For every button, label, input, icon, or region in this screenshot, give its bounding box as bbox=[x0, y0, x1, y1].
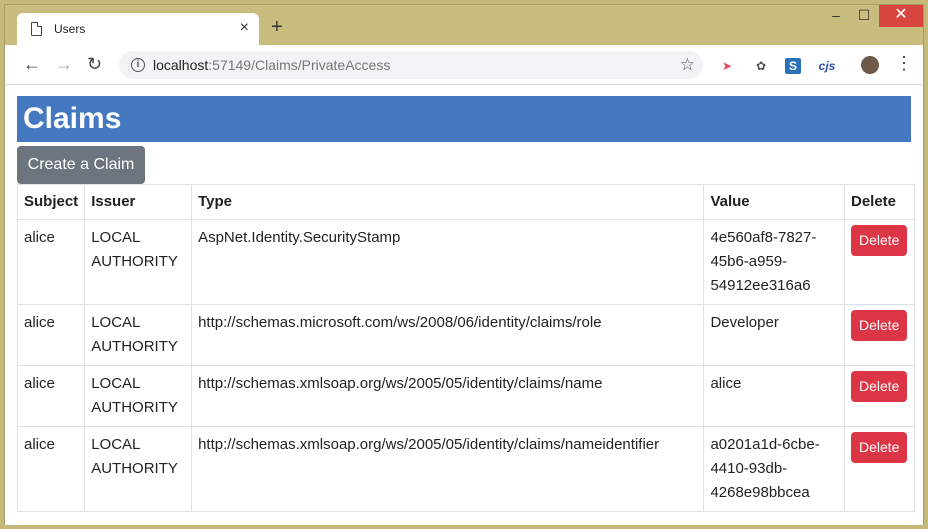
avatar[interactable] bbox=[861, 56, 879, 74]
star-icon[interactable]: ☆ bbox=[680, 55, 695, 75]
cell-issuer: LOCAL AUTHORITY bbox=[84, 365, 193, 427]
cell-subject: alice bbox=[16, 304, 86, 366]
column-header-type: Type bbox=[191, 184, 705, 220]
cell-type: http://schemas.xmlsoap.org/ws/2005/05/id… bbox=[191, 365, 705, 427]
back-arrow-icon[interactable]: ← bbox=[23, 54, 41, 74]
cell-subject: alice bbox=[16, 365, 86, 427]
forward-arrow-icon[interactable]: → bbox=[55, 54, 73, 74]
table-row: alice LOCAL AUTHORITY AspNet.Identity.Se… bbox=[16, 219, 916, 305]
extension-cjs-icon[interactable]: cjs bbox=[815, 58, 839, 74]
address-bar[interactable]: i localhost:57149/Claims/PrivateAccess ☆ bbox=[119, 51, 703, 79]
claims-table: Subject Issuer Type Value Delete alice L… bbox=[16, 184, 916, 512]
cell-type: AspNet.Identity.SecurityStamp bbox=[191, 219, 705, 305]
delete-button[interactable]: Delete bbox=[850, 225, 908, 256]
delete-button[interactable]: Delete bbox=[850, 310, 908, 341]
page-icon bbox=[31, 22, 42, 36]
cell-delete: Delete bbox=[843, 365, 916, 427]
reload-icon[interactable]: ↻ bbox=[87, 54, 102, 74]
cell-subject: alice bbox=[16, 219, 86, 305]
cell-issuer: LOCAL AUTHORITY bbox=[84, 304, 193, 366]
create-claim-button[interactable]: Create a Claim bbox=[17, 146, 145, 184]
browser-toolbar: ← → ↻ i localhost:57149/Claims/PrivateAc… bbox=[5, 45, 923, 85]
browser-tab[interactable]: Users × bbox=[17, 13, 259, 45]
page-content: Claims Create a Claim Subject Issuer Typ… bbox=[5, 85, 923, 525]
cell-value: a0201a1d-6cbe-4410-93db-4268e98bbcea bbox=[703, 426, 845, 512]
tab-title: Users bbox=[54, 22, 86, 36]
cell-value: 4e560af8-7827-45b6-a959-54912ee316a6 bbox=[703, 219, 845, 305]
table-row: alice LOCAL AUTHORITY http://schemas.xml… bbox=[16, 365, 916, 427]
extension-s-icon[interactable]: S bbox=[785, 58, 801, 74]
extension-feather-icon[interactable]: ✿ bbox=[753, 58, 769, 74]
cell-delete: Delete bbox=[843, 304, 916, 366]
cell-type: http://schemas.xmlsoap.org/ws/2005/05/id… bbox=[191, 426, 705, 512]
url-text[interactable]: localhost:57149/Claims/PrivateAccess bbox=[153, 57, 390, 73]
cell-delete: Delete bbox=[843, 426, 916, 512]
title-bar: Users × + – ☐ ✕ bbox=[5, 5, 923, 45]
cell-type: http://schemas.microsoft.com/ws/2008/06/… bbox=[191, 304, 705, 366]
page-title: Claims bbox=[17, 96, 911, 142]
cell-value: Developer bbox=[703, 304, 845, 366]
new-tab-button[interactable]: + bbox=[271, 17, 283, 37]
delete-button[interactable]: Delete bbox=[850, 432, 908, 463]
browser-window: Users × + – ☐ ✕ ← → ↻ i localhost:57149/… bbox=[4, 4, 924, 525]
maximize-button[interactable]: ☐ bbox=[849, 5, 879, 27]
cell-subject: alice bbox=[16, 426, 86, 512]
column-header-value: Value bbox=[703, 184, 845, 220]
tab-close-icon[interactable]: × bbox=[240, 19, 249, 37]
close-window-button[interactable]: ✕ bbox=[879, 5, 923, 27]
minimize-button[interactable]: – bbox=[821, 5, 851, 27]
menu-dots-icon[interactable]: ⋮ bbox=[895, 53, 913, 74]
column-header-issuer: Issuer bbox=[84, 184, 193, 220]
extension-arrow-icon[interactable]: ➤ bbox=[719, 58, 735, 74]
column-header-delete: Delete bbox=[843, 184, 916, 220]
info-icon[interactable]: i bbox=[131, 58, 145, 72]
cell-delete: Delete bbox=[843, 219, 916, 305]
cell-issuer: LOCAL AUTHORITY bbox=[84, 219, 193, 305]
cell-issuer: LOCAL AUTHORITY bbox=[84, 426, 193, 512]
table-row: alice LOCAL AUTHORITY http://schemas.mic… bbox=[16, 304, 916, 366]
table-header-row: Subject Issuer Type Value Delete bbox=[16, 184, 916, 220]
table-row: alice LOCAL AUTHORITY http://schemas.xml… bbox=[16, 426, 916, 512]
column-header-subject: Subject bbox=[16, 184, 86, 220]
cell-value: alice bbox=[703, 365, 845, 427]
delete-button[interactable]: Delete bbox=[850, 371, 908, 402]
